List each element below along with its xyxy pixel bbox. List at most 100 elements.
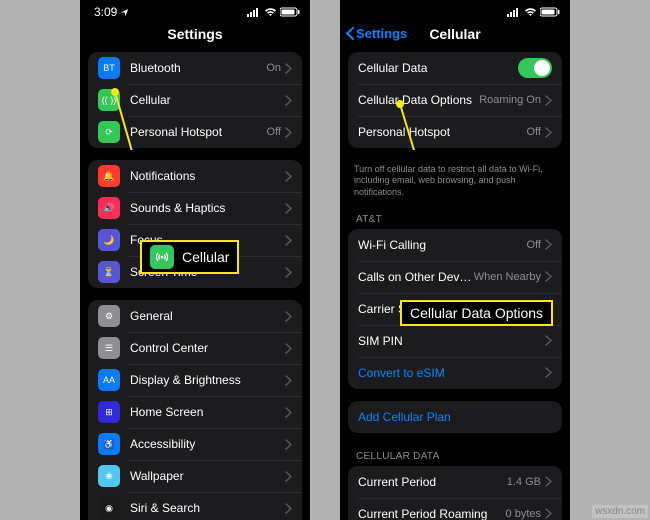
row-icon: ❀ — [98, 465, 120, 487]
chevron-right-icon — [285, 127, 292, 138]
row-value: On — [266, 62, 281, 74]
settings-screen: 3:09 Settings BT BluetoothOn (( )) Cellular… — [80, 0, 310, 520]
callout-text: Cellular — [182, 249, 229, 265]
row-value: Off — [527, 239, 541, 251]
chevron-right-icon — [285, 203, 292, 214]
chevron-right-icon — [545, 476, 552, 487]
row-icon: 🔊 — [98, 197, 120, 219]
row-label: Sounds & Haptics — [130, 201, 285, 215]
settings-row[interactable]: Current Period1.4 GB — [348, 466, 562, 498]
row-label: Cellular Data Options — [358, 93, 479, 107]
page-title: Settings Cellular — [340, 20, 570, 52]
chevron-right-icon — [545, 127, 552, 138]
watermark: wsxdn.com — [592, 505, 648, 518]
settings-row[interactable]: ❀ Wallpaper — [88, 460, 302, 492]
row-label: Home Screen — [130, 405, 285, 419]
row-icon: ⟳ — [98, 121, 120, 143]
row-icon: BT — [98, 57, 120, 79]
settings-row[interactable]: 🔊 Sounds & Haptics — [88, 192, 302, 224]
general-group: ⚙ General ☰ Control Center AADisplay & Brigh… — [88, 300, 302, 520]
status-bar: 3:09 — [80, 0, 310, 20]
settings-row[interactable]: SIM PIN — [348, 325, 562, 357]
usage-group: Current Period1.4 GBCurrent Period Roami… — [348, 466, 562, 520]
chevron-right-icon — [285, 375, 292, 386]
row-icon: 🔔 — [98, 165, 120, 187]
row-label: Convert to eSIM — [358, 366, 545, 380]
settings-row[interactable]: Convert to eSIM — [348, 357, 562, 389]
settings-row[interactable]: Cellular Data — [348, 52, 562, 84]
settings-row[interactable]: ⟳ Personal HotspotOff — [88, 116, 302, 148]
row-label: Calls on Other Devices — [358, 270, 474, 284]
row-label: Notifications — [130, 169, 285, 183]
page-title: Settings — [80, 20, 310, 52]
toggle[interactable] — [518, 58, 552, 78]
settings-row[interactable]: AADisplay & Brightness — [88, 364, 302, 396]
settings-row[interactable]: 🔔 Notifications — [88, 160, 302, 192]
row-label: Control Center — [130, 341, 285, 355]
status-bar — [340, 0, 570, 20]
settings-row[interactable]: Personal HotspotOff — [348, 116, 562, 148]
chevron-right-icon — [545, 239, 552, 250]
settings-row[interactable]: Current Period Roaming0 bytes — [348, 498, 562, 520]
row-value: Off — [267, 126, 281, 138]
back-label: Settings — [356, 26, 407, 41]
row-label: Cellular Data — [358, 61, 518, 75]
row-icon: ☰ — [98, 337, 120, 359]
cellular-data-header: CELLULAR DATA — [340, 445, 570, 466]
settings-row[interactable]: Wi-Fi CallingOff — [348, 229, 562, 261]
row-label: Personal Hotspot — [358, 125, 527, 139]
settings-row[interactable]: ⚙ General — [88, 300, 302, 332]
settings-row[interactable]: BT BluetoothOn — [88, 52, 302, 84]
cellular-note: Turn off cellular data to restrict all d… — [340, 160, 570, 208]
row-label: Cellular — [130, 93, 285, 107]
signal-icon — [247, 8, 261, 17]
chevron-left-icon — [346, 27, 354, 40]
chevron-right-icon — [285, 439, 292, 450]
row-icon: ♿ — [98, 433, 120, 455]
row-label: Display & Brightness — [130, 373, 285, 387]
chevron-right-icon — [285, 95, 292, 106]
chevron-right-icon — [545, 367, 552, 378]
battery-icon — [280, 7, 300, 17]
row-label: Current Period — [358, 475, 507, 489]
chevron-right-icon — [285, 267, 292, 278]
settings-row[interactable]: Calls on Other DevicesWhen Nearby — [348, 261, 562, 293]
chevron-right-icon — [285, 235, 292, 246]
cellular-screen: Settings Cellular Cellular Data Cellular … — [340, 0, 570, 520]
row-label: Wallpaper — [130, 469, 285, 483]
wifi-icon — [264, 8, 277, 17]
settings-row[interactable]: ◉ Siri & Search — [88, 492, 302, 520]
row-value: When Nearby — [474, 271, 541, 283]
row-icon: (( )) — [98, 89, 120, 111]
settings-row[interactable]: (( )) Cellular — [88, 84, 302, 116]
row-icon: 🌙 — [98, 229, 120, 251]
chevron-right-icon — [545, 335, 552, 346]
chevron-right-icon — [545, 95, 552, 106]
wifi-icon — [524, 8, 537, 17]
callout-cellular: Cellular — [140, 240, 239, 274]
back-button[interactable]: Settings — [346, 26, 407, 41]
battery-icon — [540, 7, 560, 17]
chevron-right-icon — [285, 63, 292, 74]
row-icon: ⊞ — [98, 401, 120, 423]
row-label: SIM PIN — [358, 334, 545, 348]
row-icon: ⚙ — [98, 305, 120, 327]
settings-row[interactable]: ♿Accessibility — [88, 428, 302, 460]
row-label: Bluetooth — [130, 61, 266, 75]
row-icon: ◉ — [98, 497, 120, 519]
row-value: 0 bytes — [506, 508, 541, 520]
row-label: Siri & Search — [130, 501, 285, 515]
callout-cdo: Cellular Data Options — [400, 300, 553, 326]
chevron-right-icon — [545, 271, 552, 282]
row-label: General — [130, 309, 285, 323]
row-label: Personal Hotspot — [130, 125, 267, 139]
chevron-right-icon — [285, 503, 292, 514]
settings-row[interactable]: ⊞ Home Screen — [88, 396, 302, 428]
chevron-right-icon — [285, 343, 292, 354]
settings-row[interactable]: ☰ Control Center — [88, 332, 302, 364]
connectivity-group: BT BluetoothOn (( )) Cellular ⟳ Personal Hots… — [88, 52, 302, 148]
cellular-icon — [150, 245, 174, 269]
settings-row[interactable]: Cellular Data OptionsRoaming On — [348, 84, 562, 116]
carrier-header: AT&T — [340, 208, 570, 229]
add-cellular-plan[interactable]: Add Cellular Plan — [348, 401, 562, 433]
